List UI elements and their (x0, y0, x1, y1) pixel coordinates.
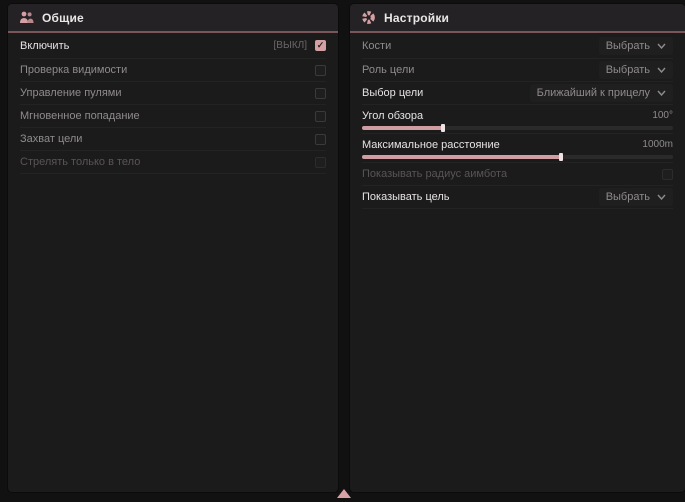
max-distance-label: Максимальное расстояние (362, 139, 500, 151)
target-role-dropdown-value: Выбрать (606, 64, 650, 76)
fov-value: 100° (652, 110, 673, 121)
row-show-aim-radius[interactable]: Показывать радиус аимбота (362, 163, 673, 186)
show-aim-radius-label: Показывать радиус аимбота (362, 168, 507, 180)
target-selection-label: Выбор цели (362, 87, 423, 99)
target-role-label: Роль цели (362, 64, 414, 76)
row-show-target[interactable]: Показывать цель Выбрать (362, 186, 673, 209)
fov-label: Угол обзора (362, 110, 423, 122)
row-bones[interactable]: Кости Выбрать (362, 33, 673, 59)
row-visibility-check[interactable]: Проверка видимости (20, 59, 326, 82)
target-selection-dropdown-value: Ближайший к прицелу (537, 87, 650, 99)
max-distance-value: 1000m (642, 139, 673, 150)
instant-hit-checkbox[interactable] (315, 111, 326, 122)
fov-slider[interactable] (362, 126, 673, 130)
settings-rows: Кости Выбрать Роль цели Выбрать Выбор це… (350, 33, 685, 209)
settings-panel: Настройки Кости Выбрать Роль цели Выбрат… (350, 4, 685, 492)
row-target-role[interactable]: Роль цели Выбрать (362, 59, 673, 82)
show-target-label: Показывать цель (362, 191, 450, 203)
max-distance-slider[interactable] (362, 155, 673, 159)
max-distance-slider-fill (362, 155, 561, 159)
chevron-down-icon (657, 43, 666, 49)
general-panel-header: Общие (8, 4, 338, 31)
row-target-lock[interactable]: Захват цели (20, 128, 326, 151)
resize-handle-triangle-icon[interactable] (337, 489, 351, 498)
visibility-check-label: Проверка видимости (20, 64, 127, 76)
target-lock-checkbox[interactable] (315, 134, 326, 145)
settings-panel-title: Настройки (384, 11, 449, 25)
max-distance-slider-handle[interactable] (559, 153, 563, 161)
general-panel: Общие Включить [ВЫКЛ] Проверка видимости… (8, 4, 338, 492)
fov-slider-handle[interactable] (441, 124, 445, 132)
body-only-label: Стрелять только в тело (20, 156, 140, 168)
enable-checkbox[interactable] (315, 40, 326, 51)
chevron-down-icon (657, 194, 666, 200)
target-role-dropdown[interactable]: Выбрать (599, 61, 673, 79)
row-target-selection[interactable]: Выбор цели Ближайший к прицелу (362, 82, 673, 105)
fov-slider-fill (362, 126, 443, 130)
bullet-control-checkbox[interactable] (315, 88, 326, 99)
show-aim-radius-checkbox[interactable] (662, 169, 673, 180)
bones-dropdown[interactable]: Выбрать (599, 37, 673, 55)
target-lock-label: Захват цели (20, 133, 82, 145)
general-panel-title: Общие (42, 11, 84, 25)
target-selection-dropdown[interactable]: Ближайший к прицелу (530, 84, 673, 102)
row-bullet-control[interactable]: Управление пулями (20, 82, 326, 105)
chevron-down-icon (657, 90, 666, 96)
gear-icon (361, 10, 376, 25)
row-fov[interactable]: Угол обзора 100° (362, 105, 673, 134)
show-target-dropdown-value: Выбрать (606, 191, 650, 203)
chevron-down-icon (657, 67, 666, 73)
instant-hit-label: Мгновенное попадание (20, 110, 140, 122)
enable-keybind[interactable]: [ВЫКЛ] (274, 40, 307, 51)
bullet-control-label: Управление пулями (20, 87, 122, 99)
general-rows: Включить [ВЫКЛ] Проверка видимости Управ… (8, 33, 338, 174)
row-max-distance[interactable]: Максимальное расстояние 1000m (362, 134, 673, 163)
row-instant-hit[interactable]: Мгновенное попадание (20, 105, 326, 128)
bones-label: Кости (362, 40, 391, 52)
bones-dropdown-value: Выбрать (606, 40, 650, 52)
body-only-checkbox[interactable] (315, 157, 326, 168)
users-icon (19, 10, 34, 25)
enable-label: Включить (20, 40, 69, 52)
row-enable[interactable]: Включить [ВЫКЛ] (20, 33, 326, 59)
settings-panel-header: Настройки (350, 4, 685, 31)
row-body-only[interactable]: Стрелять только в тело (20, 151, 326, 174)
visibility-check-checkbox[interactable] (315, 65, 326, 76)
show-target-dropdown[interactable]: Выбрать (599, 188, 673, 206)
